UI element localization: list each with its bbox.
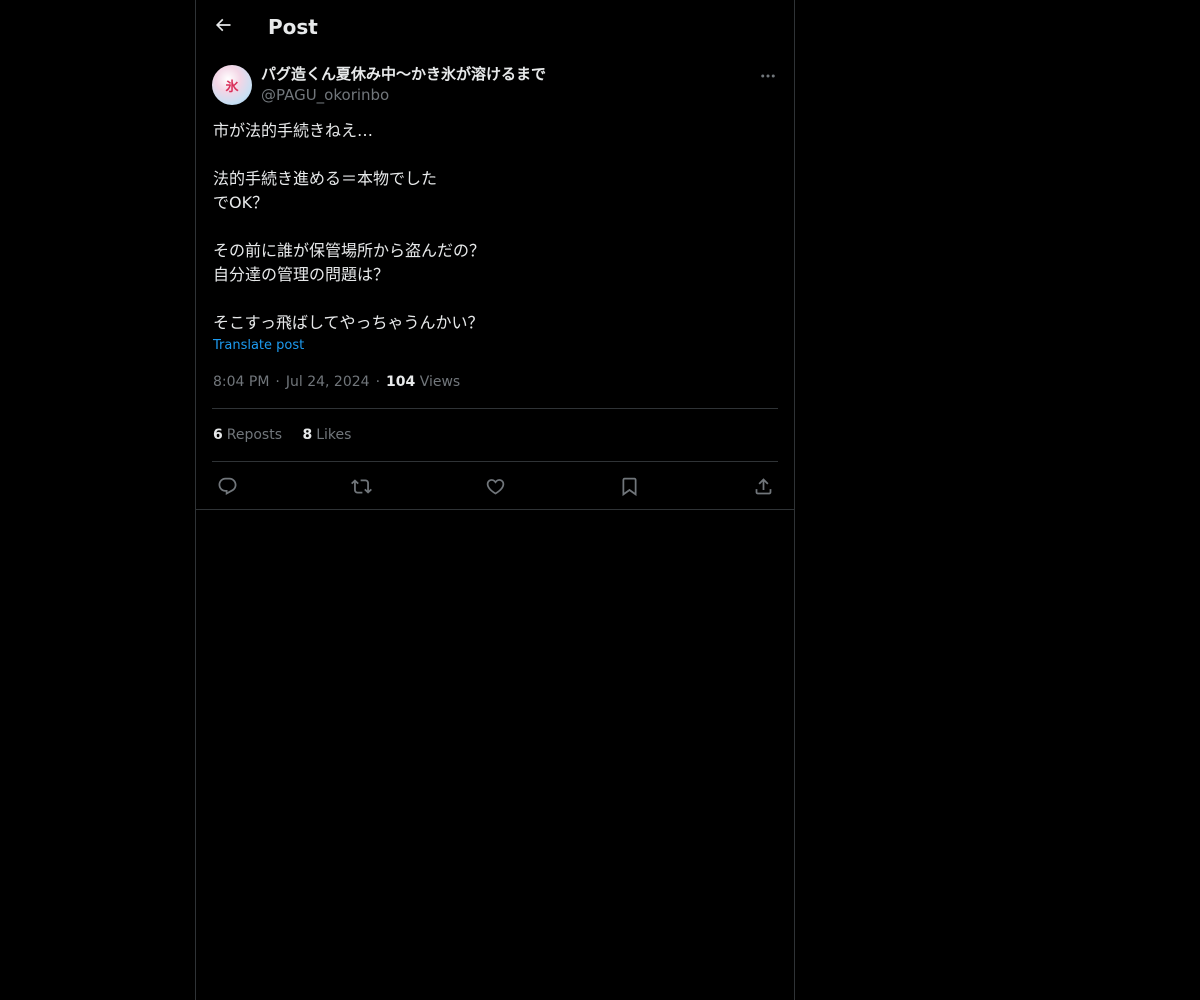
reposts-count: 6 (213, 427, 223, 443)
post-text-line: でOK？ (213, 193, 269, 212)
like-icon (486, 478, 504, 495)
post-stats: 6 Reposts 8 Likes (213, 425, 367, 445)
likes-label: Likes (316, 427, 352, 443)
post-time[interactable]: 8:04 PM (213, 374, 269, 390)
divider (212, 408, 778, 409)
translate-post-link[interactable]: Translate post (213, 337, 304, 355)
reply-icon (218, 477, 236, 495)
post-text-line: 法的手続き進める＝本物でした (213, 169, 438, 188)
post-text-line: その前に誰が保管場所から盗んだの？ (213, 241, 486, 260)
meta-separator: · (275, 374, 280, 390)
bookmark-icon (622, 477, 636, 496)
author-handle[interactable]: @PAGU_okorinbo (261, 85, 389, 105)
more-horizontal-icon (761, 74, 775, 78)
post-text-line (213, 143, 773, 167)
repost-button[interactable] (346, 471, 376, 501)
action-bar (212, 471, 778, 501)
meta-separator: · (375, 374, 381, 390)
reply-button[interactable] (212, 471, 242, 501)
arrow-left-icon (215, 18, 231, 32)
share-button[interactable] (748, 471, 778, 501)
post-meta: 8:04 PM · Jul 24, 2024 · 104 Views (213, 372, 460, 392)
post-date[interactable]: Jul 24, 2024 (286, 374, 370, 390)
back-button[interactable] (206, 8, 240, 42)
likes-count: 8 (302, 427, 313, 443)
repost-icon (350, 478, 372, 494)
post-text-line: 自分達の管理の問題は？ (213, 265, 390, 284)
page-title: Post (268, 15, 318, 39)
views-count: 104 (386, 374, 416, 390)
more-options-button[interactable] (752, 61, 784, 91)
reposts-label: Reposts (226, 427, 282, 443)
author-display-name[interactable]: パグ造くん夏休み中〜かき氷が溶けるまで (261, 64, 546, 84)
like-button[interactable] (480, 471, 510, 501)
reposts-stat[interactable]: 6 Reposts (213, 425, 282, 445)
primary-column: Post 氷 パグ造くん夏休み中〜かき氷が溶けるまで @PAGU_okorinb… (195, 0, 795, 1000)
post-text-line: そこすっ飛ばしてやっちゃうんかい？ (213, 313, 484, 332)
bookmark-button[interactable] (614, 471, 644, 501)
likes-stat[interactable]: 8 Likes (302, 425, 351, 445)
share-icon (755, 477, 771, 494)
views-label: Views (419, 374, 461, 390)
post-text-line (213, 287, 773, 311)
post-text-line (213, 215, 773, 239)
avatar[interactable]: 氷 (212, 65, 252, 105)
post-text-line: 市が法的手続きねえ… (213, 121, 374, 140)
divider (212, 461, 778, 462)
avatar-glyph: 氷 (225, 79, 239, 95)
top-bar: Post (196, 0, 794, 53)
post-detail: 氷 パグ造くん夏休み中〜かき氷が溶けるまで @PAGU_okorinbo 市が法… (196, 53, 794, 510)
post-text: 市が法的手続きねえ… 法的手続き進める＝本物でした でOK？ その前に誰が保管場… (213, 119, 773, 335)
